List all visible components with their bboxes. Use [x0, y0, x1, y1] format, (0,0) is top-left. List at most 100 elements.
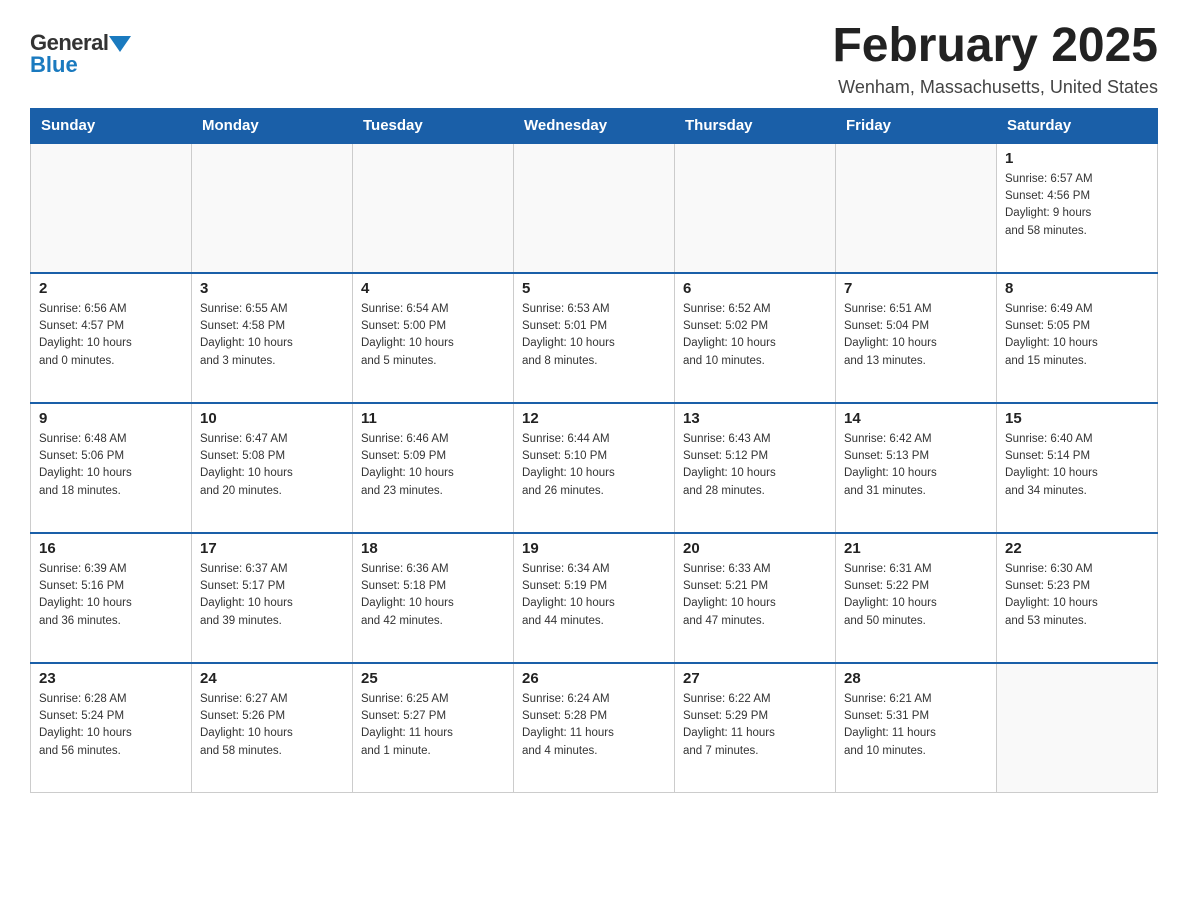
day-number: 11: [361, 410, 505, 427]
logo: General Blue: [30, 30, 131, 78]
table-row: 25 Sunrise: 6:25 AM Sunset: 5:27 PM Dayli…: [353, 663, 514, 793]
table-row: [514, 143, 675, 273]
location-subtitle: Wenham, Massachusetts, United States: [832, 77, 1158, 98]
day-number: 7: [844, 280, 988, 297]
table-row: 3Sunrise: 6:55 AM Sunset: 4:58 PM Daylig…: [192, 273, 353, 403]
table-row: 11 Sunrise: 6:46 AM Sunset: 5:09 PM Dayli…: [353, 403, 514, 533]
title-block: February 2025 Wenham, Massachusetts, Uni…: [832, 20, 1158, 98]
calendar-week-row: 23 Sunrise: 6:28 AM Sunset: 5:24 PM Dayli…: [31, 663, 1158, 793]
table-row: 1Sunrise: 6:57 AM Sunset: 4:56 PM Daylig…: [997, 143, 1158, 273]
day-info: Sunrise: 6:47 AM Sunset: 5:08 PM Dayligh…: [200, 431, 344, 500]
day-number: 26: [522, 670, 666, 687]
table-row: 20Sunrise: 6:33 AM Sunset: 5:21 PM Dayli…: [675, 533, 836, 663]
col-saturday: Saturday: [997, 108, 1158, 143]
table-row: 26Sunrise: 6:24 AM Sunset: 5:28 PM Dayli…: [514, 663, 675, 793]
table-row: [353, 143, 514, 273]
table-row: 18 Sunrise: 6:36 AM Sunset: 5:18 PM Dayli…: [353, 533, 514, 663]
day-number: 25: [361, 670, 505, 687]
table-row: [836, 143, 997, 273]
table-row: [675, 143, 836, 273]
day-info: Sunrise: 6:34 AM Sunset: 5:19 PM Dayligh…: [522, 561, 666, 630]
table-row: 24 Sunrise: 6:27 AM Sunset: 5:26 PM Dayli…: [192, 663, 353, 793]
table-row: 4Sunrise: 6:54 AM Sunset: 5:00 PM Daylig…: [353, 273, 514, 403]
table-row: 12 Sunrise: 6:44 AM Sunset: 5:10 PM Dayli…: [514, 403, 675, 533]
calendar-table: Sunday Monday Tuesday Wednesday Thursday…: [30, 108, 1158, 794]
table-row: 13 Sunrise: 6:43 AM Sunset: 5:12 PM Dayli…: [675, 403, 836, 533]
page-header: General Blue February 2025 Wenham, Massa…: [30, 20, 1158, 98]
day-info: Sunrise: 6:30 AM Sunset: 5:23 PM Dayligh…: [1005, 561, 1149, 630]
calendar-week-row: 2 Sunrise: 6:56 AM Sunset: 4:57 PM Daylig…: [31, 273, 1158, 403]
day-info: Sunrise: 6:56 AM Sunset: 4:57 PM Dayligh…: [39, 301, 183, 370]
table-row: 23 Sunrise: 6:28 AM Sunset: 5:24 PM Dayli…: [31, 663, 192, 793]
day-number: 8: [1005, 280, 1149, 297]
day-info: Sunrise: 6:52 AM Sunset: 5:02 PM Dayligh…: [683, 301, 827, 370]
day-number: 13: [683, 410, 827, 427]
table-row: 15 Sunrise: 6:40 AM Sunset: 5:14 PM Dayli…: [997, 403, 1158, 533]
calendar-week-row: 16 Sunrise: 6:39 AM Sunset: 5:16 PM Dayli…: [31, 533, 1158, 663]
table-row: 19 Sunrise: 6:34 AM Sunset: 5:19 PM Dayli…: [514, 533, 675, 663]
month-title: February 2025: [832, 20, 1158, 73]
day-info: Sunrise: 6:49 AM Sunset: 5:05 PM Dayligh…: [1005, 301, 1149, 370]
logo-arrow-icon: [109, 36, 131, 52]
col-friday: Friday: [836, 108, 997, 143]
day-number: 6: [683, 280, 827, 297]
table-row: 22 Sunrise: 6:30 AM Sunset: 5:23 PM Dayli…: [997, 533, 1158, 663]
table-row: [31, 143, 192, 273]
day-info: Sunrise: 6:44 AM Sunset: 5:10 PM Dayligh…: [522, 431, 666, 500]
table-row: 21 Sunrise: 6:31 AM Sunset: 5:22 PM Dayli…: [836, 533, 997, 663]
day-number: 27: [683, 670, 827, 687]
day-info: Sunrise: 6:46 AM Sunset: 5:09 PM Dayligh…: [361, 431, 505, 500]
day-info: Sunrise: 6:33 AM Sunset: 5:21 PM Dayligh…: [683, 561, 827, 630]
col-monday: Monday: [192, 108, 353, 143]
calendar-week-row: 9 Sunrise: 6:48 AM Sunset: 5:06 PM Daylig…: [31, 403, 1158, 533]
table-row: 9 Sunrise: 6:48 AM Sunset: 5:06 PM Daylig…: [31, 403, 192, 533]
day-info: Sunrise: 6:28 AM Sunset: 5:24 PM Dayligh…: [39, 691, 183, 760]
table-row: 10 Sunrise: 6:47 AM Sunset: 5:08 PM Dayli…: [192, 403, 353, 533]
day-number: 10: [200, 410, 344, 427]
day-info: Sunrise: 6:42 AM Sunset: 5:13 PM Dayligh…: [844, 431, 988, 500]
day-info: Sunrise: 6:40 AM Sunset: 5:14 PM Dayligh…: [1005, 431, 1149, 500]
col-wednesday: Wednesday: [514, 108, 675, 143]
day-info: Sunrise: 6:39 AM Sunset: 5:16 PM Dayligh…: [39, 561, 183, 630]
day-number: 1: [1005, 150, 1149, 167]
day-number: 17: [200, 540, 344, 557]
table-row: [997, 663, 1158, 793]
table-row: [192, 143, 353, 273]
day-number: 9: [39, 410, 183, 427]
day-number: 14: [844, 410, 988, 427]
day-number: 19: [522, 540, 666, 557]
table-row: 8 Sunrise: 6:49 AM Sunset: 5:05 PM Daylig…: [997, 273, 1158, 403]
col-sunday: Sunday: [31, 108, 192, 143]
table-row: 17 Sunrise: 6:37 AM Sunset: 5:17 PM Dayli…: [192, 533, 353, 663]
day-info: Sunrise: 6:27 AM Sunset: 5:26 PM Dayligh…: [200, 691, 344, 760]
logo-blue-text: Blue: [30, 52, 78, 78]
day-number: 18: [361, 540, 505, 557]
table-row: 2 Sunrise: 6:56 AM Sunset: 4:57 PM Daylig…: [31, 273, 192, 403]
day-number: 23: [39, 670, 183, 687]
day-number: 2: [39, 280, 183, 297]
day-info: Sunrise: 6:36 AM Sunset: 5:18 PM Dayligh…: [361, 561, 505, 630]
day-info: Sunrise: 6:37 AM Sunset: 5:17 PM Dayligh…: [200, 561, 344, 630]
day-number: 3: [200, 280, 344, 297]
day-number: 24: [200, 670, 344, 687]
day-info: Sunrise: 6:31 AM Sunset: 5:22 PM Dayligh…: [844, 561, 988, 630]
day-number: 28: [844, 670, 988, 687]
day-number: 12: [522, 410, 666, 427]
table-row: 14 Sunrise: 6:42 AM Sunset: 5:13 PM Dayli…: [836, 403, 997, 533]
day-info: Sunrise: 6:43 AM Sunset: 5:12 PM Dayligh…: [683, 431, 827, 500]
day-number: 21: [844, 540, 988, 557]
day-number: 5: [522, 280, 666, 297]
day-info: Sunrise: 6:48 AM Sunset: 5:06 PM Dayligh…: [39, 431, 183, 500]
day-number: 16: [39, 540, 183, 557]
day-number: 4: [361, 280, 505, 297]
day-info: Sunrise: 6:25 AM Sunset: 5:27 PM Dayligh…: [361, 691, 505, 760]
day-info: Sunrise: 6:22 AM Sunset: 5:29 PM Dayligh…: [683, 691, 827, 760]
table-row: 27 Sunrise: 6:22 AM Sunset: 5:29 PM Dayli…: [675, 663, 836, 793]
day-number: 15: [1005, 410, 1149, 427]
table-row: 28Sunrise: 6:21 AM Sunset: 5:31 PM Dayli…: [836, 663, 997, 793]
calendar-header-row: Sunday Monday Tuesday Wednesday Thursday…: [31, 108, 1158, 143]
table-row: 5Sunrise: 6:53 AM Sunset: 5:01 PM Daylig…: [514, 273, 675, 403]
table-row: 7Sunrise: 6:51 AM Sunset: 5:04 PM Daylig…: [836, 273, 997, 403]
day-number: 22: [1005, 540, 1149, 557]
calendar-week-row: 1Sunrise: 6:57 AM Sunset: 4:56 PM Daylig…: [31, 143, 1158, 273]
